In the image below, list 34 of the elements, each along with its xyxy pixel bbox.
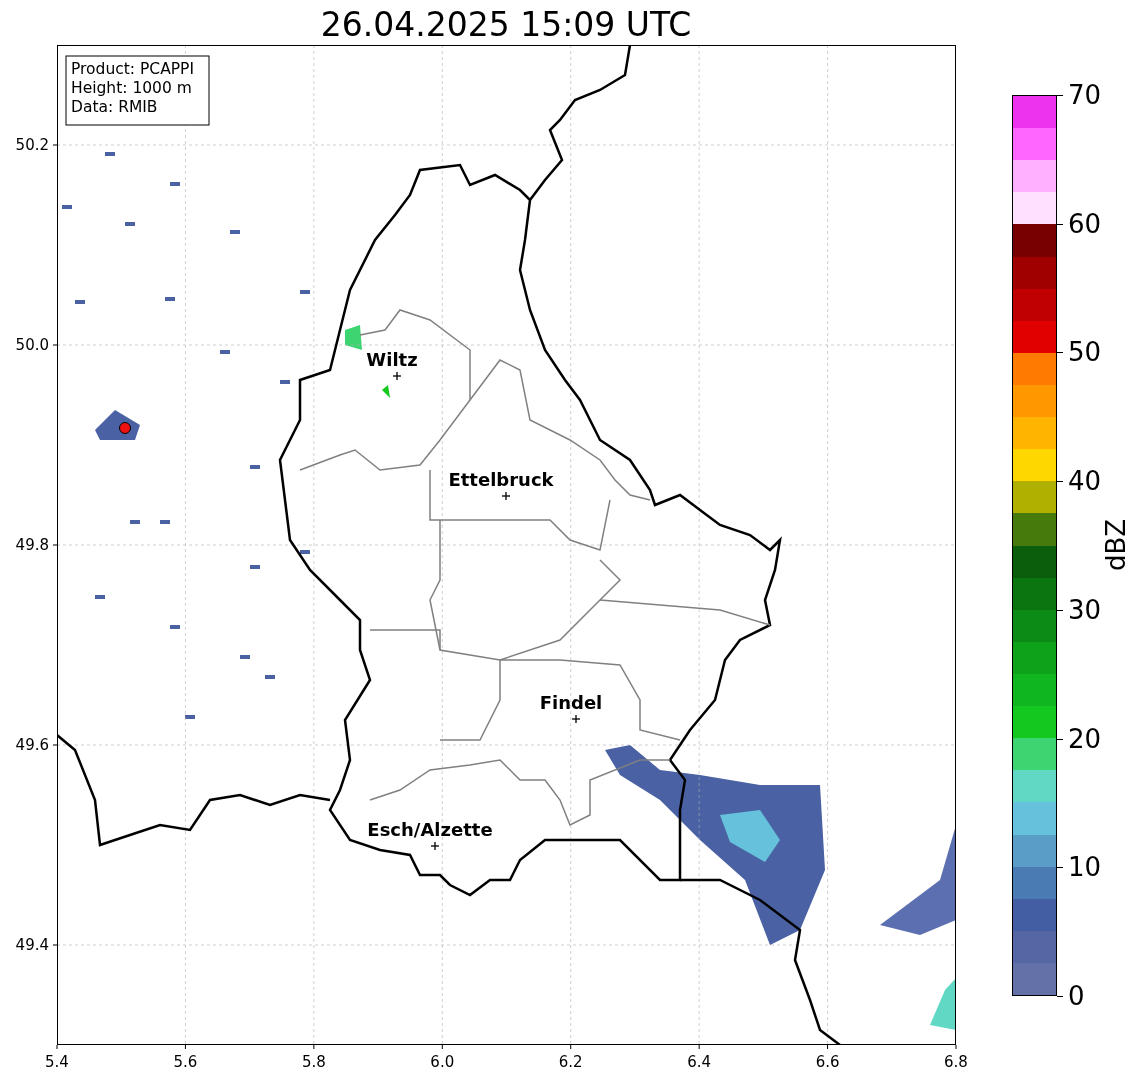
x-tick-label: 5.8 bbox=[301, 1053, 326, 1071]
colorbar-tick-label: 40 bbox=[1068, 468, 1102, 495]
place-marker bbox=[392, 371, 402, 381]
x-tick-label: 6.4 bbox=[687, 1053, 712, 1071]
place-label: Esch/Alzette bbox=[367, 819, 493, 840]
chart-title: 26.04.2025 15:09 UTC bbox=[319, 4, 693, 45]
colorbar-tick-label: 20 bbox=[1068, 725, 1102, 752]
colorbar-label: dBZ bbox=[1101, 518, 1132, 572]
x-tick-label: 6.0 bbox=[430, 1053, 455, 1071]
colorbar-tick-label: 60 bbox=[1068, 210, 1102, 237]
x-tick-label: 5.4 bbox=[45, 1053, 69, 1071]
y-tick-label: 49.4 bbox=[15, 936, 49, 954]
info-text: Data: RMIB bbox=[71, 98, 158, 116]
y-tick-label: 50.0 bbox=[15, 336, 49, 354]
colorbar-tick-label: 10 bbox=[1068, 854, 1102, 881]
place-label: Findel bbox=[539, 692, 603, 713]
x-tick-label: 6.6 bbox=[815, 1053, 840, 1071]
x-tick-label: 5.6 bbox=[173, 1053, 198, 1071]
place-label: Ettelbruck bbox=[448, 469, 554, 490]
place-label: Wiltz bbox=[366, 349, 418, 370]
x-tick-label: 6.2 bbox=[558, 1053, 583, 1071]
colorbar-tick-label: 0 bbox=[1068, 983, 1085, 1009]
place-marker bbox=[501, 491, 511, 501]
y-tick-label: 50.2 bbox=[15, 136, 49, 154]
info-text: Product: PCAPPI bbox=[71, 60, 195, 78]
x-tick-label: 6.8 bbox=[944, 1053, 968, 1071]
info-text: Height: 1000 m bbox=[71, 79, 192, 97]
colorbar-tick-label: 70 bbox=[1068, 82, 1102, 108]
y-tick-label: 49.8 bbox=[15, 536, 49, 554]
place-marker bbox=[571, 714, 581, 724]
y-tick-label: 49.6 bbox=[15, 736, 49, 754]
colorbar-tick-label: 50 bbox=[1068, 339, 1102, 366]
place-marker bbox=[430, 841, 440, 851]
colorbar-tick-label: 30 bbox=[1068, 596, 1102, 623]
